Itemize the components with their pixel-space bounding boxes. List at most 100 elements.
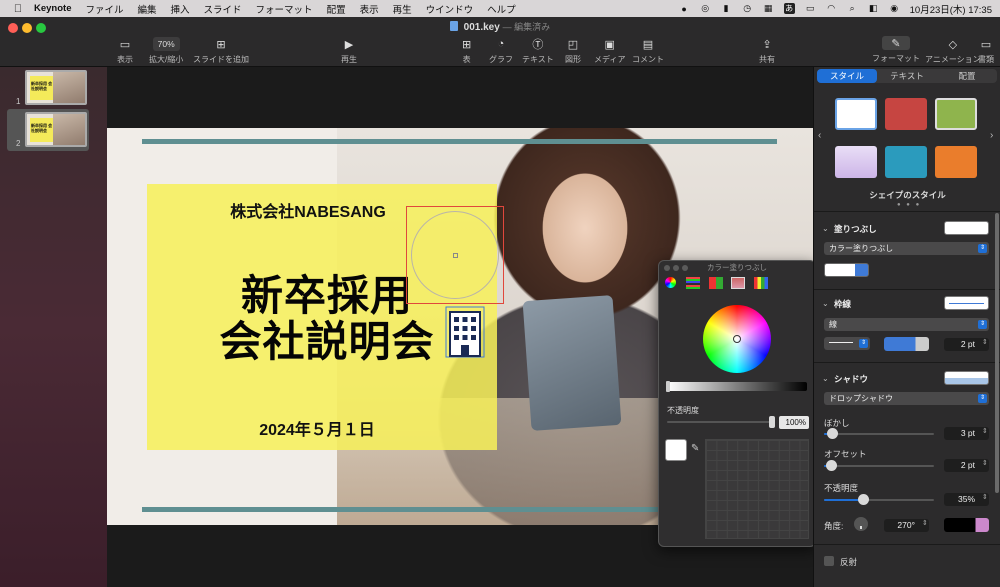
color-wheel-tab-icon[interactable] bbox=[665, 277, 676, 288]
shadow-opacity-knob[interactable] bbox=[858, 494, 869, 505]
building-icon[interactable] bbox=[445, 306, 485, 358]
heading-line-2[interactable]: 会社説明会 bbox=[167, 308, 487, 369]
inspector-scrollbar[interactable] bbox=[995, 213, 999, 493]
shadow-type-popup[interactable]: ドロップシャドウ ⇕ bbox=[824, 392, 989, 405]
image-palettes-tab-icon[interactable] bbox=[731, 277, 745, 289]
color-opacity-knob[interactable] bbox=[769, 416, 775, 428]
offset-slider[interactable] bbox=[824, 460, 934, 471]
siri-icon[interactable]: ◉ bbox=[889, 3, 900, 14]
shadow-preview[interactable] bbox=[944, 371, 989, 385]
control-center-icon[interactable]: ◧ bbox=[868, 3, 879, 14]
shape-button[interactable]: ◰ 図形 bbox=[565, 37, 581, 65]
selected-circle-shape[interactable] bbox=[406, 206, 504, 304]
current-color-swatch[interactable] bbox=[665, 439, 687, 461]
offset-stepper[interactable]: ⇕ bbox=[982, 459, 988, 467]
fill-color-picker[interactable] bbox=[824, 263, 869, 277]
tab-style[interactable]: スタイル bbox=[817, 69, 877, 83]
style-swatch-2[interactable] bbox=[885, 98, 927, 130]
event-date[interactable]: 2024年５月１日 bbox=[147, 416, 487, 440]
color-wheel[interactable] bbox=[703, 305, 771, 373]
color-picker-window[interactable]: カラー塗りつぶし 不透明度 100% ✎ bbox=[658, 260, 816, 547]
style-swatch-3[interactable] bbox=[935, 98, 977, 130]
menu-arrange[interactable]: 配置 bbox=[327, 2, 346, 16]
app-status-icon[interactable]: ▮ bbox=[721, 3, 732, 14]
line-style-popup[interactable]: ⇕ bbox=[824, 337, 870, 350]
tab-text[interactable]: テキスト bbox=[877, 69, 937, 83]
next-styles-icon[interactable]: › bbox=[990, 130, 993, 141]
zoom-control[interactable]: 70% 拡大/縮小 bbox=[149, 37, 183, 65]
center-handle[interactable] bbox=[453, 253, 458, 258]
fill-type-popup[interactable]: カラー塗りつぶし ⇕ bbox=[824, 242, 989, 255]
color-palettes-tab-icon[interactable] bbox=[709, 277, 723, 289]
offset-knob[interactable] bbox=[826, 460, 837, 471]
menu-view[interactable]: 表示 bbox=[360, 2, 379, 16]
stroke-type-popup[interactable]: 線 ⇕ bbox=[824, 318, 989, 331]
menu-insert[interactable]: 挿入 bbox=[171, 2, 190, 16]
share-button[interactable]: ⇪ 共有 bbox=[759, 37, 775, 65]
tab-arrange[interactable]: 配置 bbox=[937, 69, 997, 83]
play-button[interactable]: ▶ 再生 bbox=[341, 37, 357, 65]
view-button[interactable]: ▭ 表示 bbox=[117, 37, 133, 65]
add-slide-button[interactable]: ⊞ スライドを追加 bbox=[193, 37, 249, 65]
angle-stepper[interactable]: ⇕ bbox=[922, 519, 928, 527]
media-button[interactable]: ▣ メディア bbox=[594, 37, 625, 65]
stroke-width-stepper[interactable]: ⇕ bbox=[982, 338, 988, 346]
blur-knob[interactable] bbox=[827, 428, 838, 439]
wifi-icon[interactable]: ◠ bbox=[826, 3, 837, 14]
search-icon[interactable]: ⌕ bbox=[847, 3, 858, 14]
shadow-opacity-stepper[interactable]: ⇕ bbox=[982, 493, 988, 501]
clock[interactable]: 10月23日(木) 17:35 bbox=[910, 2, 992, 16]
menu-slide[interactable]: スライド bbox=[204, 2, 242, 16]
input-mode-icon[interactable]: あ bbox=[783, 3, 795, 14]
animate-button[interactable]: ◇ アニメーション bbox=[925, 37, 981, 65]
menu-file[interactable]: ファイル bbox=[85, 2, 123, 16]
slide-thumbnail-2[interactable]: 新卒採用 会社説明会 bbox=[25, 112, 87, 147]
fill-color-well[interactable] bbox=[944, 221, 989, 235]
slide-thumbnail-1[interactable]: 新卒採用 会社説明会 bbox=[25, 70, 87, 105]
style-swatch-5[interactable] bbox=[885, 146, 927, 178]
shadow-opacity-slider[interactable] bbox=[824, 494, 934, 505]
document-button[interactable]: ▭ 書類 bbox=[978, 37, 994, 65]
eyedropper-icon[interactable]: ✎ bbox=[691, 443, 699, 454]
blur-slider[interactable] bbox=[824, 428, 934, 439]
disclosure-chevron-icon[interactable]: ⌄ bbox=[822, 374, 829, 383]
battery-icon[interactable]: ▭ bbox=[805, 3, 816, 14]
table-button[interactable]: ⊞ 表 bbox=[462, 37, 471, 65]
record-icon[interactable]: ● bbox=[679, 3, 690, 14]
stroke-preview[interactable] bbox=[944, 296, 989, 310]
color-opacity-field[interactable]: 100% bbox=[779, 416, 809, 429]
stroke-color-well[interactable] bbox=[884, 337, 929, 351]
creative-cloud-icon[interactable]: ◎ bbox=[700, 3, 711, 14]
brightness-slider[interactable] bbox=[666, 381, 807, 392]
brightness-knob[interactable] bbox=[666, 381, 670, 392]
style-swatch-6[interactable] bbox=[935, 146, 977, 178]
color-opacity-slider[interactable] bbox=[667, 416, 775, 428]
style-swatch-4[interactable] bbox=[835, 146, 877, 178]
previous-styles-icon[interactable]: ‹ bbox=[818, 130, 821, 141]
top-accent-bar[interactable] bbox=[142, 139, 777, 144]
comment-button[interactable]: ▤ コメント bbox=[632, 37, 664, 65]
menu-play[interactable]: 再生 bbox=[393, 2, 412, 16]
color-swatch-grid[interactable] bbox=[705, 439, 809, 539]
page-dots[interactable]: ● ● ● bbox=[897, 202, 921, 208]
pencils-tab-icon[interactable] bbox=[754, 277, 768, 289]
color-sliders-tab-icon[interactable] bbox=[686, 277, 700, 289]
chart-button[interactable]: ◔ グラフ bbox=[489, 37, 513, 65]
disclosure-chevron-icon[interactable]: ⌄ bbox=[822, 224, 829, 233]
text-button[interactable]: Ⓣ テキスト bbox=[522, 37, 554, 65]
grid-icon[interactable]: ▦ bbox=[763, 3, 774, 14]
menu-help[interactable]: ヘルプ bbox=[487, 2, 516, 16]
disclosure-chevron-icon[interactable]: ⌄ bbox=[822, 299, 829, 308]
shadow-color-well[interactable] bbox=[944, 518, 989, 532]
apple-icon[interactable]:  bbox=[12, 3, 24, 15]
angle-dial[interactable] bbox=[854, 517, 868, 531]
menu-format[interactable]: フォーマット bbox=[256, 2, 313, 16]
app-menu[interactable]: Keynote bbox=[34, 3, 71, 14]
menu-window[interactable]: ウインドウ bbox=[426, 2, 474, 16]
style-swatch-1[interactable] bbox=[835, 98, 877, 130]
blur-stepper[interactable]: ⇕ bbox=[982, 427, 988, 435]
menu-edit[interactable]: 編集 bbox=[138, 2, 157, 16]
time-machine-icon[interactable]: ◷ bbox=[742, 3, 753, 14]
reflection-checkbox[interactable] bbox=[824, 556, 834, 566]
format-button[interactable]: ✎ フォーマット bbox=[872, 36, 920, 64]
